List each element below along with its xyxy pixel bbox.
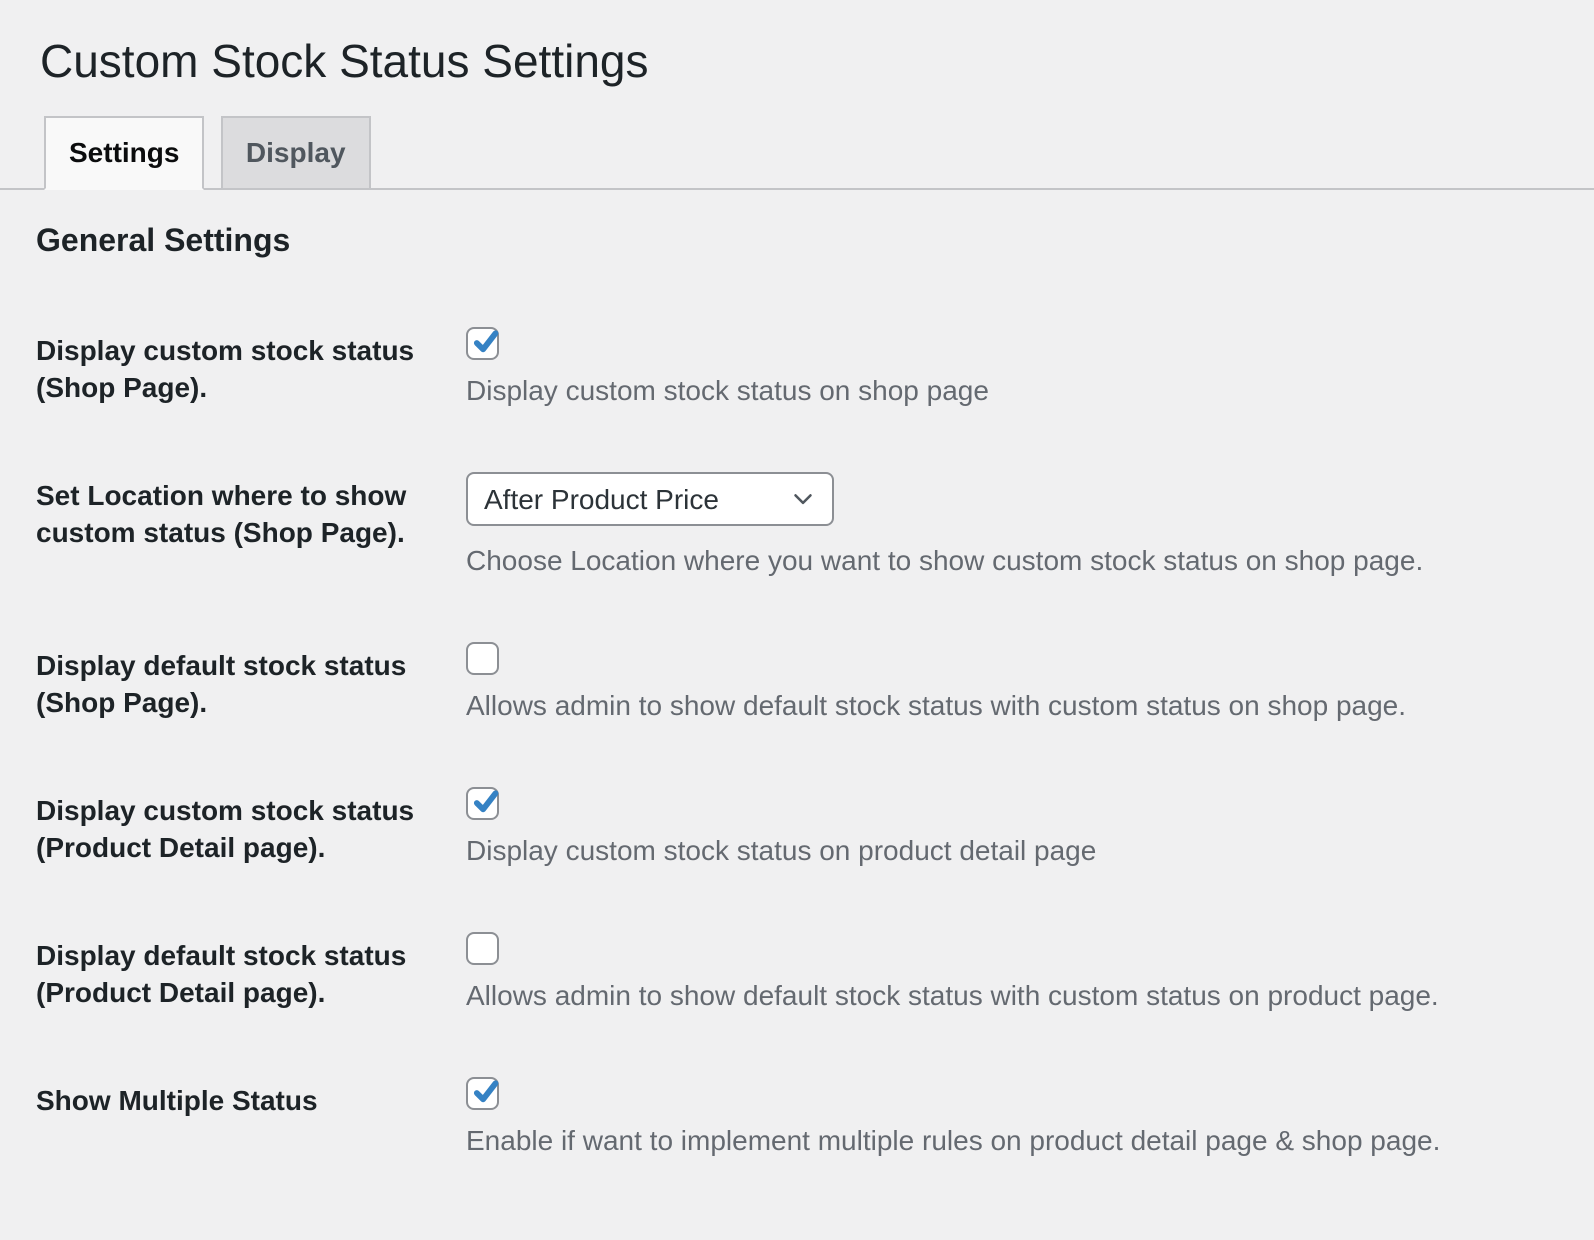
tab-settings[interactable]: Settings: [44, 116, 205, 191]
display-custom-stock-shop-checkbox[interactable]: [466, 327, 499, 361]
page-title: Custom Stock Status Settings: [40, 35, 649, 87]
setting-description: Display custom stock status on product d…: [466, 835, 1097, 867]
show-multiple-status-checkbox[interactable]: [466, 1077, 499, 1111]
setting-description: Enable if want to implement multiple rul…: [466, 1125, 1441, 1157]
location-select[interactable]: After Product Price: [466, 472, 834, 527]
display-default-stock-shop-checkbox[interactable]: [466, 642, 499, 676]
setting-label: Show Multiple Status: [36, 1085, 318, 1117]
setting-label: Display default stock status (Product De…: [36, 940, 407, 1009]
display-default-stock-product-checkbox[interactable]: [466, 932, 499, 966]
row-display-custom-stock-product: Display custom stock status (Product Det…: [36, 787, 1558, 868]
setting-label: Display default stock status (Shop Page)…: [36, 650, 407, 719]
row-display-default-stock-product: Display default stock status (Product De…: [36, 932, 1558, 1013]
settings-page: Custom Stock Status Settings Settings Di…: [0, 34, 1594, 1158]
setting-description: Allows admin to show default stock statu…: [466, 690, 1407, 722]
display-custom-stock-product-checkbox[interactable]: [466, 787, 499, 821]
location-select-wrap: After Product Price: [466, 472, 834, 527]
setting-control: Allows admin to show default stock statu…: [466, 642, 1558, 723]
tab-bar: Settings Display: [0, 116, 1594, 191]
section-heading: General Settings: [36, 222, 291, 259]
settings-form: Display custom stock status (Shop Page).…: [36, 327, 1558, 1158]
setting-control: Display custom stock status on shop page: [466, 327, 1558, 408]
check-icon: [473, 790, 499, 813]
row-display-default-stock-shop: Display default stock status (Shop Page)…: [36, 642, 1558, 723]
setting-control: After Product Price Choose Location wher…: [466, 472, 1558, 578]
check-icon: [473, 1080, 499, 1103]
row-display-custom-stock-shop: Display custom stock status (Shop Page).…: [36, 327, 1558, 408]
check-icon: [473, 330, 499, 353]
setting-label: Display custom stock status (Product Det…: [36, 795, 415, 864]
setting-description: Choose Location where you want to show c…: [466, 545, 1424, 577]
row-location-shop: Set Location where to show custom status…: [36, 472, 1558, 578]
setting-description: Allows admin to show default stock statu…: [466, 980, 1439, 1012]
setting-control: Enable if want to implement multiple rul…: [466, 1077, 1558, 1158]
row-show-multiple-status: Show Multiple Status Enable if want to i…: [36, 1077, 1558, 1158]
setting-label: Display custom stock status (Shop Page).: [36, 335, 415, 404]
setting-label: Set Location where to show custom status…: [36, 480, 407, 549]
setting-description: Display custom stock status on shop page: [466, 375, 989, 407]
setting-control: Display custom stock status on product d…: [466, 787, 1558, 868]
tab-display[interactable]: Display: [220, 116, 371, 189]
setting-control: Allows admin to show default stock statu…: [466, 932, 1558, 1013]
